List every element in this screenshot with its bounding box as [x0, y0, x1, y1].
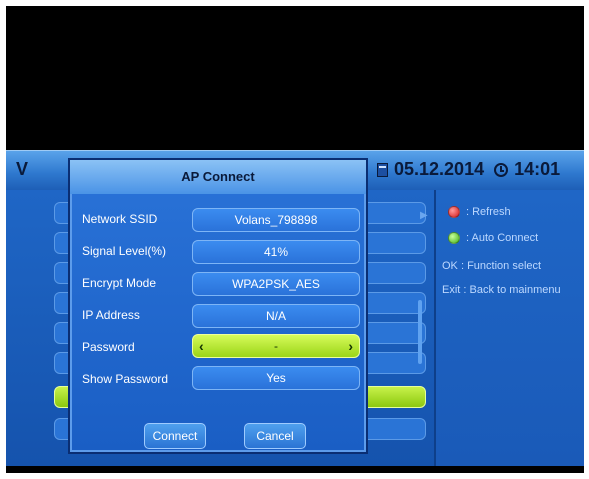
password-field[interactable]: ‹ - ›	[192, 334, 360, 358]
password-value: -	[274, 339, 278, 353]
signal-level-field[interactable]: 41%	[192, 240, 360, 264]
legend-item-refresh: : Refresh	[448, 206, 584, 219]
datetime-display: 05.12.2014 14:01	[377, 159, 560, 180]
encrypt-mode-label: Encrypt Mode	[82, 276, 157, 290]
chevron-left-icon[interactable]: ‹	[199, 335, 204, 357]
legend-panel: : Refresh : Auto Connect OK : Function s…	[434, 190, 584, 466]
list-arrow-icon: ▶	[420, 210, 428, 221]
ap-connect-dialog: AP Connect Network SSID Volans_798898 Si…	[68, 158, 368, 454]
date-text: 05.12.2014	[394, 159, 485, 179]
chevron-right-icon[interactable]: ›	[348, 335, 353, 357]
header-title: V	[16, 159, 29, 179]
legend-item-auto-connect: : Auto Connect	[448, 232, 584, 245]
network-ssid-label: Network SSID	[82, 212, 158, 226]
ip-address-label: IP Address	[82, 308, 140, 322]
network-ssid-field[interactable]: Volans_798898	[192, 208, 360, 232]
clock-icon	[494, 162, 509, 177]
cancel-button[interactable]: Cancel	[244, 423, 306, 449]
calendar-icon	[377, 162, 388, 177]
connect-button[interactable]: Connect	[144, 423, 206, 449]
red-dot-icon	[448, 206, 460, 219]
scrollbar[interactable]	[418, 300, 422, 364]
show-password-label: Show Password	[82, 372, 169, 386]
legend-item-exit: Exit : Back to mainmenu	[442, 284, 561, 296]
bottom-border	[6, 466, 584, 473]
encrypt-mode-field[interactable]: WPA2PSK_AES	[192, 272, 360, 296]
signal-level-label: Signal Level(%)	[82, 244, 167, 258]
password-label: Password	[82, 340, 135, 354]
ip-address-field[interactable]: N/A	[192, 304, 360, 328]
green-dot-icon	[448, 232, 460, 245]
legend-item-ok: OK : Function select	[442, 260, 542, 272]
tv-screen: V 05.12.2014 14:01 ▶ : Refresh : Auto Co…	[6, 6, 584, 473]
time-text: 14:01	[514, 159, 561, 179]
dialog-title: AP Connect	[70, 160, 366, 194]
show-password-field[interactable]: Yes	[192, 366, 360, 390]
